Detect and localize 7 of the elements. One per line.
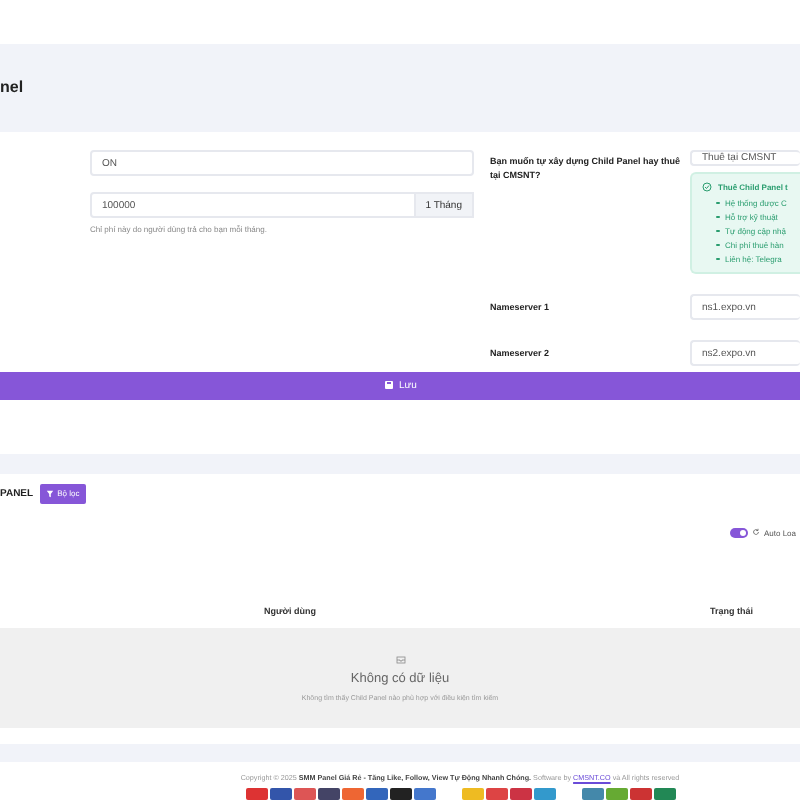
refresh-icon bbox=[751, 528, 760, 537]
inbox-icon bbox=[395, 655, 405, 664]
auto-load-toggle[interactable] bbox=[729, 527, 748, 538]
save-icon bbox=[383, 380, 394, 391]
filter-icon bbox=[45, 489, 54, 498]
page-title: nel bbox=[0, 78, 24, 97]
check-circle-icon bbox=[702, 182, 712, 193]
